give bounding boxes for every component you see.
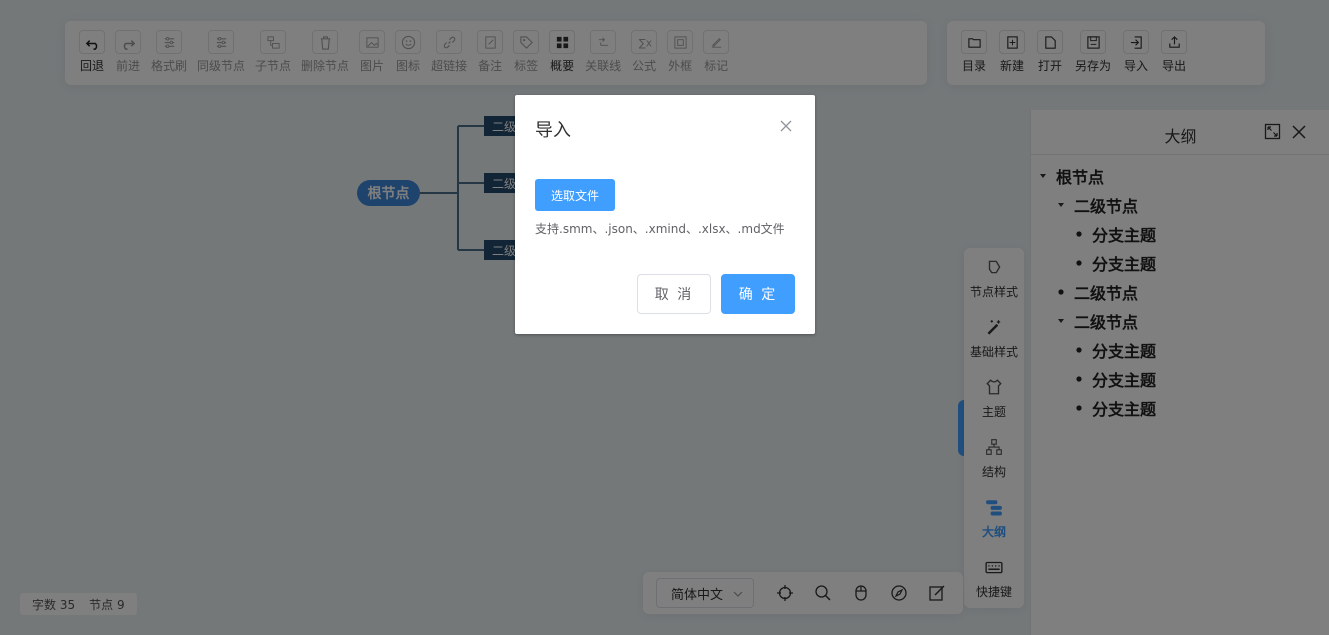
close-icon[interactable] [780, 117, 792, 136]
confirm-button[interactable]: 确 定 [721, 274, 795, 314]
import-dialog: 导入 选取文件 支持.smm、.json、.xmind、.xlsx、.md文件 … [515, 95, 815, 334]
cancel-button[interactable]: 取 消 [637, 274, 711, 314]
dialog-title: 导入 [535, 120, 571, 141]
supported-formats-tip: 支持.smm、.json、.xmind、.xlsx、.md文件 [535, 222, 785, 236]
pick-file-button[interactable]: 选取文件 [535, 179, 615, 211]
